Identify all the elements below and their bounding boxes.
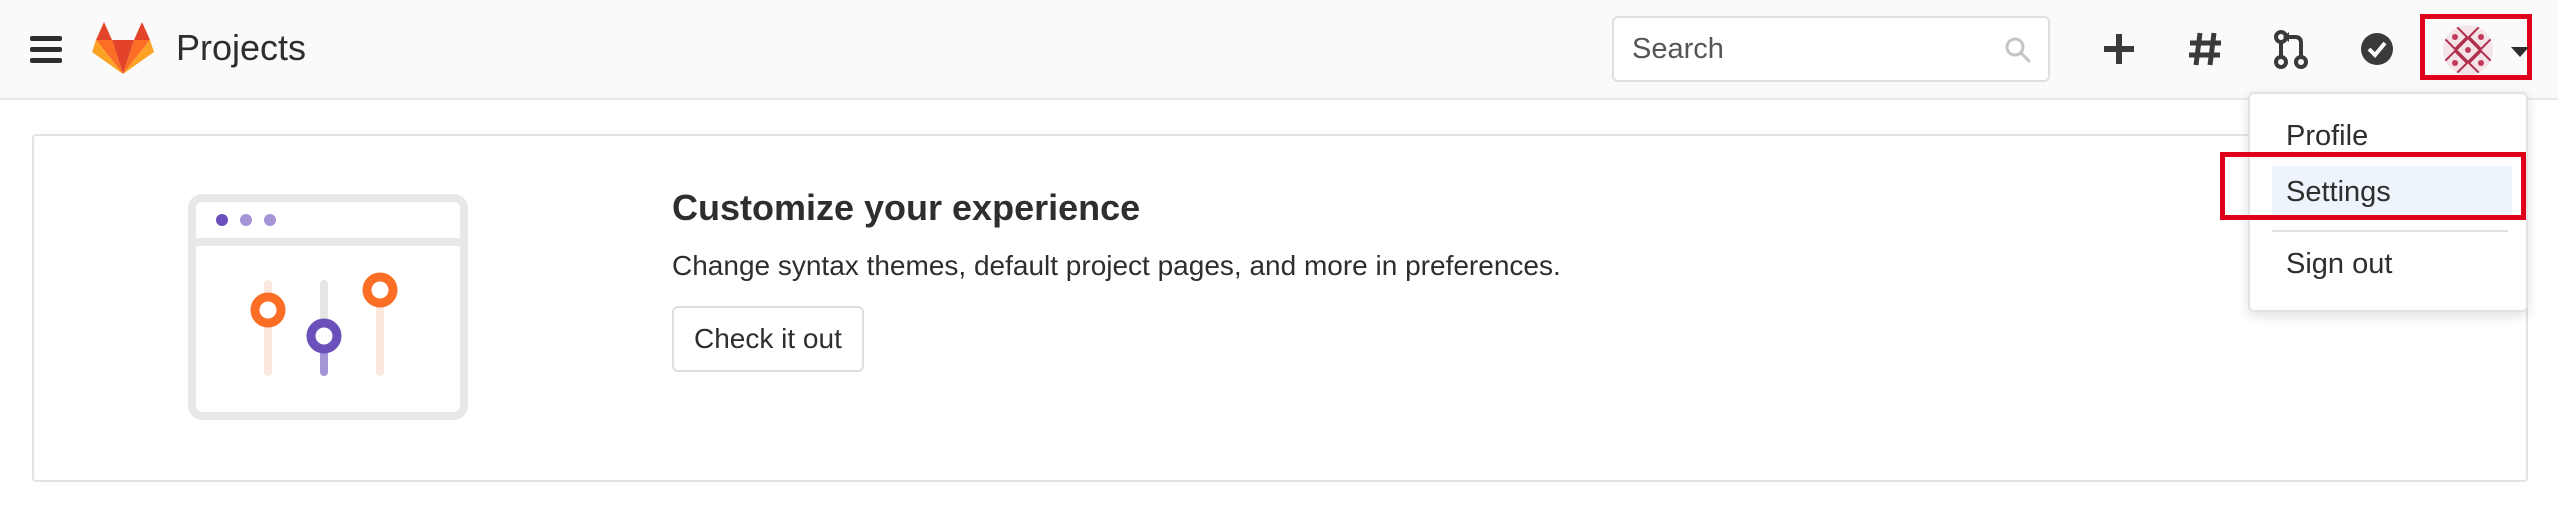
hamburger-menu-icon[interactable] <box>30 36 64 64</box>
search-input[interactable] <box>1612 16 2050 82</box>
check-it-out-button[interactable]: Check it out <box>672 306 864 372</box>
check-circle-icon[interactable] <box>2354 26 2400 72</box>
user-dropdown-menu: Profile Settings Sign out <box>2248 92 2528 312</box>
menu-divider <box>2272 230 2508 232</box>
promo-heading: Customize your experience <box>672 187 1141 228</box>
menu-item-settings[interactable]: Settings <box>2272 166 2512 218</box>
page-title[interactable]: Projects <box>176 26 306 70</box>
top-navbar: Projects <box>0 0 2558 100</box>
user-menu-toggle[interactable] <box>2420 14 2532 80</box>
menu-item-sign-out[interactable]: Sign out <box>2250 242 2526 286</box>
avatar <box>2443 25 2493 75</box>
merge-request-icon[interactable] <box>2268 26 2314 72</box>
hash-icon[interactable] <box>2182 26 2228 72</box>
search-icon <box>2005 37 2031 63</box>
gitlab-logo[interactable] <box>92 20 154 76</box>
plus-icon[interactable] <box>2096 26 2142 72</box>
promo-text: Change syntax themes, default project pa… <box>672 250 1561 281</box>
menu-item-profile[interactable]: Profile <box>2250 114 2526 158</box>
promo-card: Customize your experience Change syntax … <box>32 134 2528 482</box>
caret-down-icon <box>2511 47 2529 57</box>
preferences-illustration <box>188 194 468 420</box>
